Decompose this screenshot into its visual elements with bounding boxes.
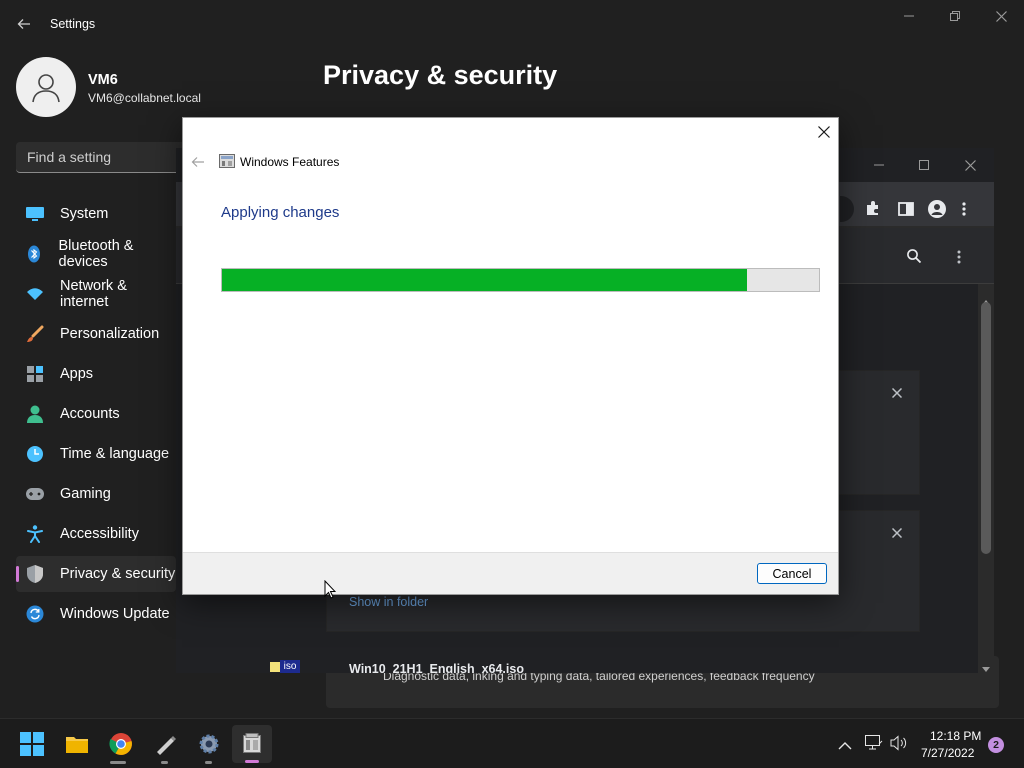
scroll-down-icon[interactable]: [982, 660, 990, 673]
folder-icon: [66, 737, 88, 753]
wifi-icon: [26, 285, 44, 303]
bluetooth-icon: [26, 245, 43, 263]
clock-time[interactable]: 12:18 PM: [930, 729, 981, 743]
progress-fill: [222, 269, 748, 291]
browser-minimize-icon[interactable]: [856, 148, 902, 182]
clock-date[interactable]: 7/27/2022: [921, 746, 974, 760]
sidebar-item-system[interactable]: System: [16, 196, 176, 232]
sidebar-item-windows-update[interactable]: Windows Update: [16, 596, 176, 632]
profile-icon[interactable]: [928, 200, 946, 218]
show-in-folder-link[interactable]: Show in folder: [349, 595, 428, 609]
running-indicator: [161, 761, 168, 764]
sidebar-item-label: Time & language: [60, 446, 170, 462]
sidebar-item-label: Apps: [60, 366, 94, 382]
sidebar-item-label: Accessibility: [60, 526, 139, 542]
sidebar-item-label: System: [60, 206, 109, 222]
clock-icon: [26, 445, 44, 463]
gamepad-icon: [26, 485, 44, 503]
sidebar-item-label: Windows Update: [60, 606, 170, 622]
remove-icon[interactable]: [891, 525, 903, 543]
chevron-up-icon[interactable]: [838, 737, 852, 755]
sidebar-item-gaming[interactable]: Gaming: [16, 476, 176, 512]
sidebar-item-time-language[interactable]: Time & language: [16, 436, 176, 472]
chrome-button[interactable]: [108, 731, 134, 757]
sidebar-item-apps[interactable]: Apps: [16, 356, 176, 392]
gear-icon: [199, 734, 219, 754]
taskbar: 12:18 PM 7/27/2022 2: [0, 718, 1024, 768]
windows-features-icon: [219, 153, 235, 169]
tool-app-button[interactable]: [152, 731, 178, 757]
minimize-icon[interactable]: [886, 0, 932, 32]
sidebar-item-label: Accounts: [60, 406, 120, 422]
sidebar-item-label: Bluetooth & devices: [58, 238, 134, 270]
back-arrow-icon[interactable]: [16, 16, 32, 32]
browser-maximize-icon[interactable]: [901, 148, 947, 182]
windows-features-icon: [243, 733, 261, 758]
search-icon[interactable]: [907, 249, 922, 268]
sidebar-item-label: Privacy & security: [60, 566, 176, 582]
settings-button[interactable]: [196, 731, 222, 757]
volume-icon[interactable]: [890, 735, 908, 756]
sidebar-item-privacy-security[interactable]: Privacy & security: [16, 556, 176, 592]
dialog-heading: Applying changes: [221, 204, 340, 221]
windows-features-dialog: Windows Features Applying changes Cancel: [182, 117, 839, 595]
sidebar-item-bluetooth[interactable]: Bluetooth & devices: [16, 236, 176, 272]
windows-logo-icon: [20, 732, 44, 756]
sidebar-icon[interactable]: [898, 202, 914, 221]
active-indicator: [245, 760, 259, 763]
extensions-icon[interactable]: [865, 200, 881, 221]
dialog-back-icon[interactable]: [191, 155, 205, 173]
more-icon[interactable]: [957, 250, 961, 269]
menu-dots-icon[interactable]: [962, 202, 966, 221]
sidebar-item-personalization[interactable]: Personalization: [16, 316, 176, 352]
dialog-footer: Cancel: [183, 552, 838, 594]
dialog-title: Windows Features: [240, 155, 340, 169]
chrome-icon: [109, 733, 132, 755]
file-icon: iso: [270, 660, 300, 673]
sidebar-item-accounts[interactable]: Accounts: [16, 396, 176, 432]
notification-badge[interactable]: 2: [988, 737, 1004, 753]
pen-tool-icon: [157, 736, 176, 755]
running-indicator: [110, 761, 126, 764]
scrollbar[interactable]: [978, 284, 994, 673]
sidebar-item-accessibility[interactable]: Accessibility: [16, 516, 176, 552]
window-title: Settings: [50, 17, 96, 31]
cancel-button[interactable]: Cancel: [757, 563, 827, 584]
progress-bar: [221, 268, 820, 292]
scroll-thumb[interactable]: [981, 302, 991, 554]
sidebar-item-label: Network & internet: [60, 278, 127, 310]
sidebar-item-label: Personalization: [60, 326, 160, 342]
running-indicator: [205, 761, 212, 764]
brush-icon: [26, 325, 44, 343]
monitor-icon: [26, 205, 44, 223]
network-icon[interactable]: [865, 735, 883, 756]
dialog-close-icon[interactable]: [818, 125, 830, 143]
avatar[interactable]: [16, 57, 76, 117]
person-icon: [26, 405, 44, 423]
file-explorer-button[interactable]: [64, 731, 90, 757]
page-title: Privacy & security: [323, 60, 558, 90]
download-filename[interactable]: Win10_21H1_English_x64.iso: [349, 662, 524, 673]
accessibility-icon: [26, 525, 44, 543]
restore-icon[interactable]: [932, 0, 978, 32]
remove-icon[interactable]: [891, 385, 903, 403]
user-name: VM6: [88, 72, 118, 88]
close-icon[interactable]: [978, 0, 1024, 32]
shield-icon: [26, 565, 44, 583]
windows-features-taskbar-item[interactable]: [232, 725, 272, 763]
search-placeholder: Find a setting: [27, 149, 112, 165]
apps-icon: [26, 365, 44, 383]
browser-close-icon[interactable]: [947, 148, 993, 182]
mouse-cursor-icon: [324, 579, 337, 604]
sidebar-item-network[interactable]: Network & internet: [16, 276, 176, 312]
start-button[interactable]: [19, 731, 45, 757]
user-email: VM6@collabnet.local: [88, 91, 201, 105]
person-icon: [32, 74, 60, 103]
search-input[interactable]: Find a setting: [16, 142, 186, 173]
file-badge: iso: [280, 660, 300, 673]
update-icon: [26, 605, 44, 623]
sidebar-item-label: Gaming: [60, 486, 111, 502]
